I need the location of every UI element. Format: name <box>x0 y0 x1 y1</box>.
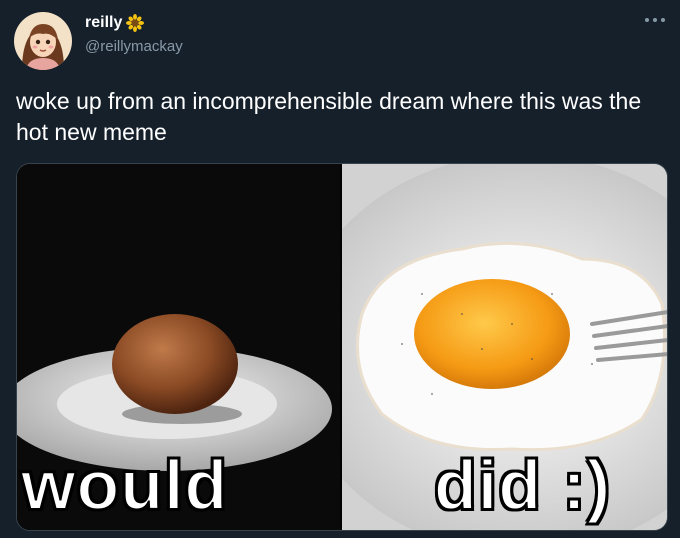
media-panel-egg[interactable]: would <box>17 164 340 530</box>
tweet-text: woke up from an incomprehensible dream w… <box>16 88 642 145</box>
caption-would: would <box>20 446 229 524</box>
caption-did: did :) <box>433 446 612 524</box>
media-panel-fried-egg[interactable]: did :) <box>342 164 667 530</box>
more-horizontal-icon[interactable] <box>644 16 666 24</box>
name-row: reilly <box>85 14 145 32</box>
avatar-illustration-icon <box>14 12 72 70</box>
avatar[interactable] <box>14 12 72 70</box>
tweet-media[interactable]: would did:) <box>16 163 668 531</box>
display-name[interactable]: reilly <box>85 14 122 32</box>
sunflower-icon <box>126 14 145 32</box>
user-handle[interactable]: @reillymackay <box>85 38 183 55</box>
